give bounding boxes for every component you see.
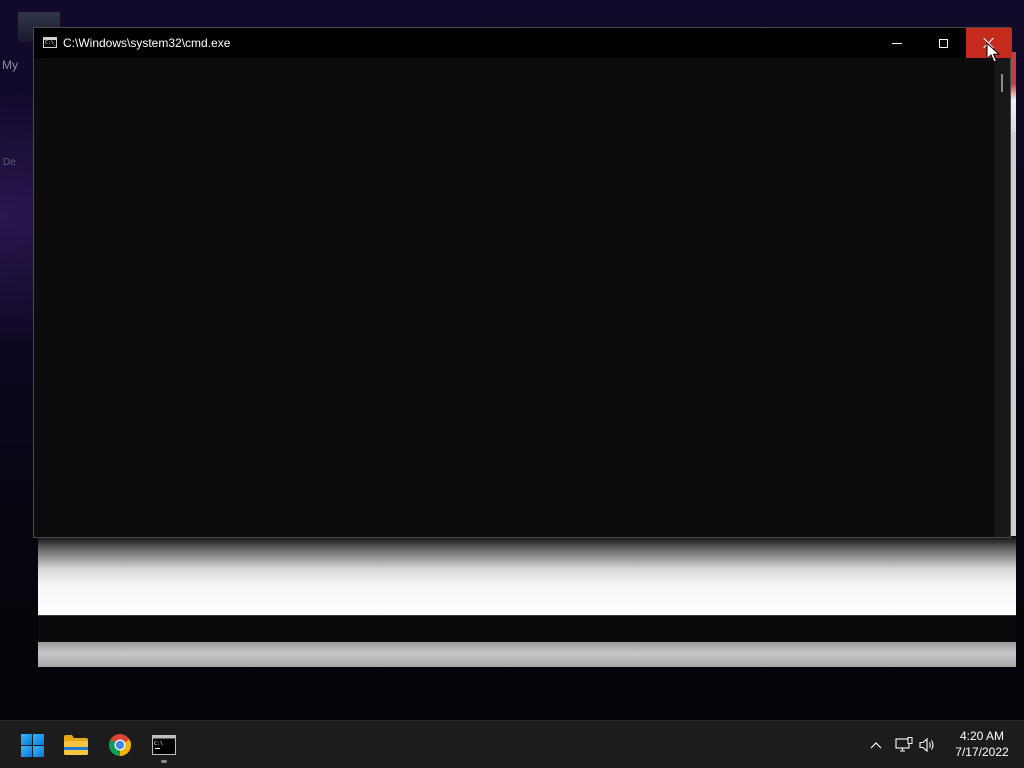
start-button[interactable] [12,725,52,765]
minimize-icon [892,42,902,44]
desktop-icon-label: De [3,157,16,168]
maximize-button[interactable] [920,28,966,58]
background-window-content [38,536,1016,615]
cmd-taskbar-button[interactable]: C:\ [144,725,184,765]
cmd-window[interactable]: C:\Windows\system32\cmd.exe [33,27,1012,538]
title-bar[interactable]: C:\Windows\system32\cmd.exe [34,28,1012,58]
scrollbar-thumb[interactable] [1001,74,1003,92]
show-hidden-icons-button[interactable] [866,731,886,759]
taskbar: C:\ 4:20 AM 7/17/2022 [0,720,1024,768]
file-explorer-button[interactable] [56,725,96,765]
background-window-footer [38,642,1016,667]
background-window-bar [38,615,1016,643]
clock-date: 7/17/2022 [955,745,1009,759]
console-output[interactable] [34,58,994,537]
cmd-icon: C:\ [152,735,176,755]
maximize-icon [938,38,948,48]
running-indicator [161,760,167,763]
chrome-button[interactable] [100,725,140,765]
network-icon [895,737,913,752]
desktop-icon-label: My [2,58,18,72]
clock-time: 4:20 AM [959,729,1005,743]
volume-icon [919,737,934,753]
network-button[interactable] [893,731,915,759]
windows-logo-icon [20,733,44,757]
folder-icon [64,735,88,755]
minimize-button[interactable] [874,28,920,58]
clock[interactable]: 4:20 AM 7/17/2022 [944,728,1020,762]
window-title: C:\Windows\system32\cmd.exe [63,36,231,50]
cmd-icon[interactable] [43,37,57,48]
chevron-up-icon [870,742,882,749]
mouse-cursor-icon [986,42,1000,63]
svg-text:C:\: C:\ [154,741,163,747]
desktop: My De C:\Windows\system32\cmd.exe [0,0,1024,720]
chrome-icon [109,734,131,756]
volume-button[interactable] [917,731,939,759]
console-scrollbar[interactable] [994,58,1010,537]
